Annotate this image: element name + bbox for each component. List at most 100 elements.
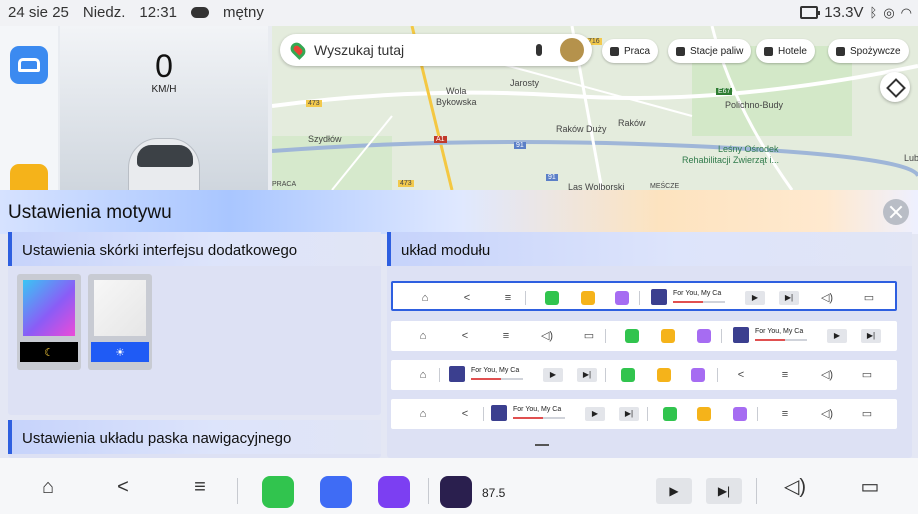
back-icon[interactable]: < [108,476,138,498]
separator [525,291,526,305]
app-shortcut-icon [691,368,705,382]
back-icon: < [463,292,471,304]
now-playing-widget: For You, My Ca [449,365,529,385]
theme-option-light[interactable]: ☀ [88,274,152,370]
sun-icon[interactable]: ☀ [91,342,149,362]
album-art [733,327,749,343]
bluetooth-music-app-icon[interactable] [378,476,410,508]
screen-icon: ▭ [583,330,595,342]
theme-option-dark[interactable]: ☾ [17,274,81,370]
speed-value: 0 [155,48,173,84]
map-label-rakow-duzy: Raków Duży [556,124,607,134]
chip-groceries[interactable]: Spożywcze [828,39,909,63]
speed-panel: 0 KM/H [60,26,268,198]
car-settings-app-icon[interactable] [10,46,48,84]
map-label-mescze: MEŚCZE [650,183,680,190]
road-473-a: 473 [306,100,322,107]
map-search-input[interactable]: Wyszukaj tutaj [314,42,536,58]
menu-icon[interactable]: ≡ [185,476,215,498]
module-layout-option-1[interactable]: ⌂ < ≡ For You, My Ca ▶ ▶| ◁) ▭ [391,281,897,311]
nav-layout-title: Ustawienia układu paska nawigacyjnego [8,420,381,454]
module-layout-option-2[interactable]: ⌂ < ≡ ◁) ▭ For You, My Ca ▶ ▶| [391,321,897,351]
now-playing-widget: For You, My Ca [733,326,813,346]
chip-hotels[interactable]: Hotele [756,39,815,63]
fuel-icon [676,46,685,56]
module-layout-title: układ modułu [387,232,912,266]
now-playing-widget: For You, My Ca [491,404,571,424]
song-progress-bar [471,378,523,380]
home-icon[interactable]: ⌂ [33,476,63,498]
speed-unit: KM/H [151,84,177,95]
screen-icon[interactable]: ▭ [855,476,885,498]
map-label-lub: Lub [904,153,918,163]
radio-app-icon[interactable] [440,476,472,508]
separator [717,368,718,382]
back-icon: < [461,330,469,342]
song-title: For You, My Ca [673,290,722,297]
layers-button[interactable] [880,72,910,102]
map-label-rehab: Rehabilitacji Zwierząt i... [682,155,780,165]
song-progress-bar [513,417,565,419]
cart-icon [836,46,845,56]
app-shortcut-icon [657,368,671,382]
screen-icon: ▭ [863,292,875,304]
app-shortcut-icon [661,329,675,343]
song-progress-bar [755,339,807,341]
status-date: 24 sie 25 [8,4,69,21]
status-weather: mętny [222,4,264,21]
separator [605,368,606,382]
app-shortcut-icon [615,291,629,305]
map-view[interactable]: Jarosty Wola Bykowska Szydłów Raków Duży… [272,26,918,190]
volume-icon: ◁) [820,369,834,381]
mic-icon[interactable] [536,44,542,56]
menu-icon: ≡ [504,292,512,304]
next-icon[interactable]: ▶| [706,478,742,504]
song-progress-bar [673,301,725,303]
menu-icon: ≡ [502,330,510,342]
skin-settings-title: Ustawienia skórki interfejsu dodatkowego [8,232,381,266]
yellow-app-icon[interactable] [10,164,48,192]
phone-app-icon[interactable] [262,476,294,508]
next-icon: ▶| [577,368,597,382]
now-playing-widget: For You, My Ca [651,288,731,308]
briefcase-icon [610,46,619,56]
play-icon: ▶ [745,291,765,305]
app-shortcut-icon [545,291,559,305]
screen-icon: ▭ [861,408,873,420]
moon-icon[interactable]: ☾ [20,342,78,362]
album-art [491,405,507,421]
location-icon: ◎ [883,4,895,20]
bottom-nav-bar: ⌂ < ≡ 87.5 ▶ ▶| ◁) ▭ [0,458,918,514]
chip-gas[interactable]: Stacje paliw [668,39,752,63]
chip-work[interactable]: Praca [602,39,659,63]
road-473-b: 473 [398,180,414,187]
avatar[interactable] [560,38,584,62]
app-launcher [0,26,58,192]
map-label-polichno: Polichno-Budy [725,100,784,110]
panel-scrollbar[interactable] [535,444,549,446]
module-layout-option-3[interactable]: ⌂ For You, My Ca ▶ ▶| < ≡ ◁) ▭ [391,360,897,390]
song-title: For You, My Ca [513,406,562,413]
nav-layout-panel[interactable]: Ustawienia układu paska nawigacyjnego [8,420,381,458]
bed-icon [764,46,773,56]
album-art [449,366,465,382]
separator [757,407,758,421]
volume-icon[interactable]: ◁) [780,476,810,498]
menu-icon: ≡ [781,408,789,420]
map-label-lesny: Leśny Ośrodek [718,144,779,154]
play-icon[interactable]: ▶ [656,478,692,504]
map-search-box[interactable]: Wyszukaj tutaj [280,34,592,66]
module-layout-option-4[interactable]: ⌂ < For You, My Ca ▶ ▶| ≡ ◁) ▭ [391,399,897,429]
next-icon: ▶| [619,407,639,421]
maps-pin-icon [288,40,308,60]
separator [647,407,648,421]
screen-icon: ▭ [861,369,873,381]
map-label-las: Las Wolborski [568,182,625,190]
skin-settings-panel: Ustawienia skórki interfejsu dodatkowego… [8,232,381,415]
music-app-icon[interactable] [320,476,352,508]
status-voltage: 13.3V [824,4,864,21]
close-button[interactable] [883,199,909,225]
bluetooth-icon: ᛒ [869,5,878,20]
separator [605,329,606,343]
next-icon: ▶| [779,291,799,305]
